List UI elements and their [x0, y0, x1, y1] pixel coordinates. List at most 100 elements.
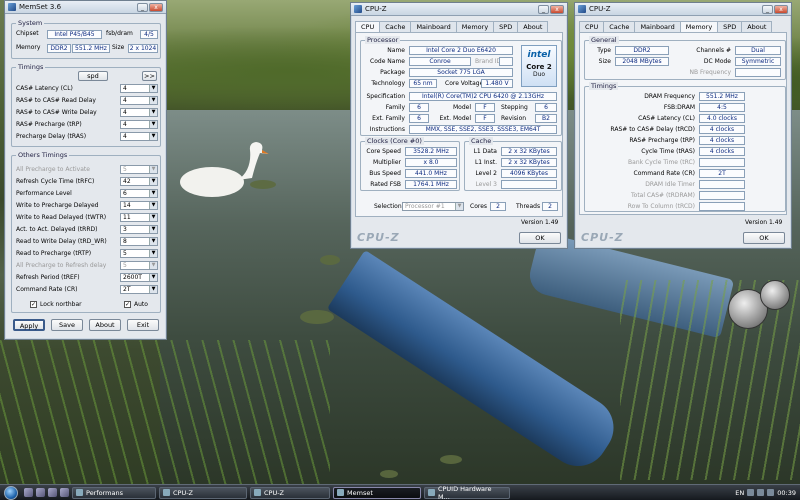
tray-app-icon[interactable] [767, 489, 775, 496]
taskbar-button-memset[interactable]: Memset [333, 486, 421, 499]
other-timing-label: Write to Read Delayed (tWTR) [16, 214, 107, 221]
close-icon[interactable]: x [774, 4, 788, 14]
tab-spd[interactable]: SPD [493, 21, 519, 32]
clock[interactable]: 00:39 [777, 489, 796, 497]
minimize-icon[interactable]: _ [137, 2, 148, 12]
other-timing-select[interactable]: 5 ▼ [120, 261, 158, 270]
timing-select[interactable]: 4 ▼ [120, 132, 158, 141]
ext-family-value: 6 [409, 114, 429, 123]
tab-cache[interactable]: Cache [379, 21, 412, 32]
group-title: Timings [16, 63, 46, 71]
spd-button[interactable]: spd [78, 71, 108, 81]
timing-select[interactable]: 4 ▼ [120, 120, 158, 129]
cpuz-app-icon [354, 5, 362, 13]
dc-mode-label: DC Mode [703, 58, 731, 65]
tab-cpu[interactable]: CPU [355, 21, 381, 32]
timing-label: RAS# to CAS# Read Delay [16, 97, 96, 104]
switch-windows-icon[interactable] [36, 488, 45, 497]
rated-fsb-value: 1764.1 MHz [405, 180, 457, 189]
title-bar[interactable]: CPU-Z _ x [351, 3, 567, 16]
tab-spd[interactable]: SPD [717, 21, 743, 32]
window-title: MemSet 3.6 [19, 3, 62, 11]
core2-logo-text: Core 2 [526, 63, 552, 71]
tab-about[interactable]: About [741, 21, 773, 32]
tab-memory[interactable]: Memory [679, 21, 719, 32]
other-timing-select[interactable]: 3 ▼ [120, 225, 158, 234]
lock-northbar-checkbox[interactable]: ✓ [30, 301, 37, 308]
select-value: 2600T [123, 274, 142, 281]
explorer-icon[interactable] [60, 488, 69, 497]
title-bar[interactable]: MemSet 3.6 _ x [5, 1, 166, 14]
title-bar[interactable]: CPU-Z _ x [575, 3, 791, 16]
network-icon[interactable] [747, 489, 755, 496]
task-label: Memset [347, 488, 373, 497]
timing-value: 4 clocks [699, 136, 745, 145]
select-value: Processor #1 [405, 203, 445, 210]
select-value: 14 [123, 202, 131, 209]
taskbar-button-cpuid-hwmonitor[interactable]: CPUID Hardware M... [424, 484, 510, 500]
tab-cache[interactable]: Cache [603, 21, 636, 32]
timing-select[interactable]: 4 ▼ [120, 96, 158, 105]
tab-memory[interactable]: Memory [455, 21, 495, 32]
other-timing-select[interactable]: 6 ▼ [120, 189, 158, 198]
next-page-button[interactable]: >> [142, 71, 157, 81]
other-timing-select[interactable]: 8 ▼ [120, 237, 158, 246]
start-button[interactable] [4, 485, 18, 500]
size-value: 2 x 1024 [128, 44, 158, 53]
other-timing-select[interactable]: 5 ▼ [120, 165, 158, 174]
other-timing-select[interactable]: 5 ▼ [120, 249, 158, 258]
tab-cpu[interactable]: CPU [579, 21, 605, 32]
timing-value [699, 191, 745, 200]
chevron-down-icon: ▼ [455, 203, 463, 210]
timing-select[interactable]: 4 ▼ [120, 84, 158, 93]
instructions-label: Instructions [369, 126, 405, 133]
close-icon[interactable]: x [149, 2, 163, 12]
minimize-icon[interactable]: _ [762, 4, 773, 14]
other-timing-select[interactable]: 2T ▼ [120, 285, 158, 294]
selection-label: Selection [374, 203, 402, 210]
ok-button[interactable]: OK [743, 232, 785, 244]
tab-bar: CPU Cache Mainboard Memory SPD About [579, 21, 787, 32]
ext-model-value: F [475, 114, 495, 123]
other-timing-label: Performance Level [16, 190, 72, 197]
select-value: 5 [123, 262, 127, 269]
select-value: 4 [123, 133, 127, 140]
save-button[interactable]: Save [51, 319, 83, 331]
tab-mainboard[interactable]: Mainboard [634, 21, 681, 32]
brand-id-label: Brand ID [475, 58, 502, 65]
exit-button[interactable]: Exit [127, 319, 159, 331]
processor-select[interactable]: Processor #1 ▼ [402, 202, 464, 211]
minimize-icon[interactable]: _ [538, 4, 549, 14]
auto-checkbox[interactable]: ✓ [124, 301, 131, 308]
taskbar-button-cpuz[interactable]: CPU-Z [250, 486, 330, 499]
swan-image [180, 142, 269, 197]
other-timing-select[interactable]: 14 ▼ [120, 201, 158, 210]
tab-mainboard[interactable]: Mainboard [410, 21, 457, 32]
select-value: 8 [123, 238, 127, 245]
taskbar-button-performans[interactable]: Performans [72, 486, 156, 499]
type-value: DDR2 [615, 46, 669, 55]
other-timing-select[interactable]: 11 ▼ [120, 213, 158, 222]
other-timing-select[interactable]: 2600T ▼ [120, 273, 158, 282]
volume-icon[interactable] [757, 489, 765, 496]
taskbar-button-cpuz[interactable]: CPU-Z [159, 486, 247, 499]
meter-gadget[interactable] [760, 280, 790, 310]
group-title: Processor [365, 36, 401, 44]
close-icon[interactable]: x [550, 4, 564, 14]
timing-label: RAS# Precharge (tRP) [16, 121, 82, 128]
ok-button[interactable]: OK [519, 232, 561, 244]
apply-button[interactable]: Apply [13, 319, 45, 331]
about-button[interactable]: About [89, 319, 121, 331]
browser-icon[interactable] [48, 488, 57, 497]
chipset-value: Intel P45/B45 [47, 30, 102, 39]
cpuz-brand: CPU-Z [581, 231, 624, 244]
memset-window: MemSet 3.6 _ x System Chipset Intel P45/… [4, 0, 167, 340]
timing-select[interactable]: 4 ▼ [120, 108, 158, 117]
show-desktop-icon[interactable] [24, 488, 33, 497]
other-timing-select[interactable]: 42 ▼ [120, 177, 158, 186]
task-label: CPUID Hardware M... [437, 484, 492, 500]
language-indicator[interactable]: EN [735, 489, 744, 497]
timing-value: 4 clocks [699, 147, 745, 156]
version-text: Version 1.49 [745, 219, 783, 226]
tab-about[interactable]: About [517, 21, 549, 32]
